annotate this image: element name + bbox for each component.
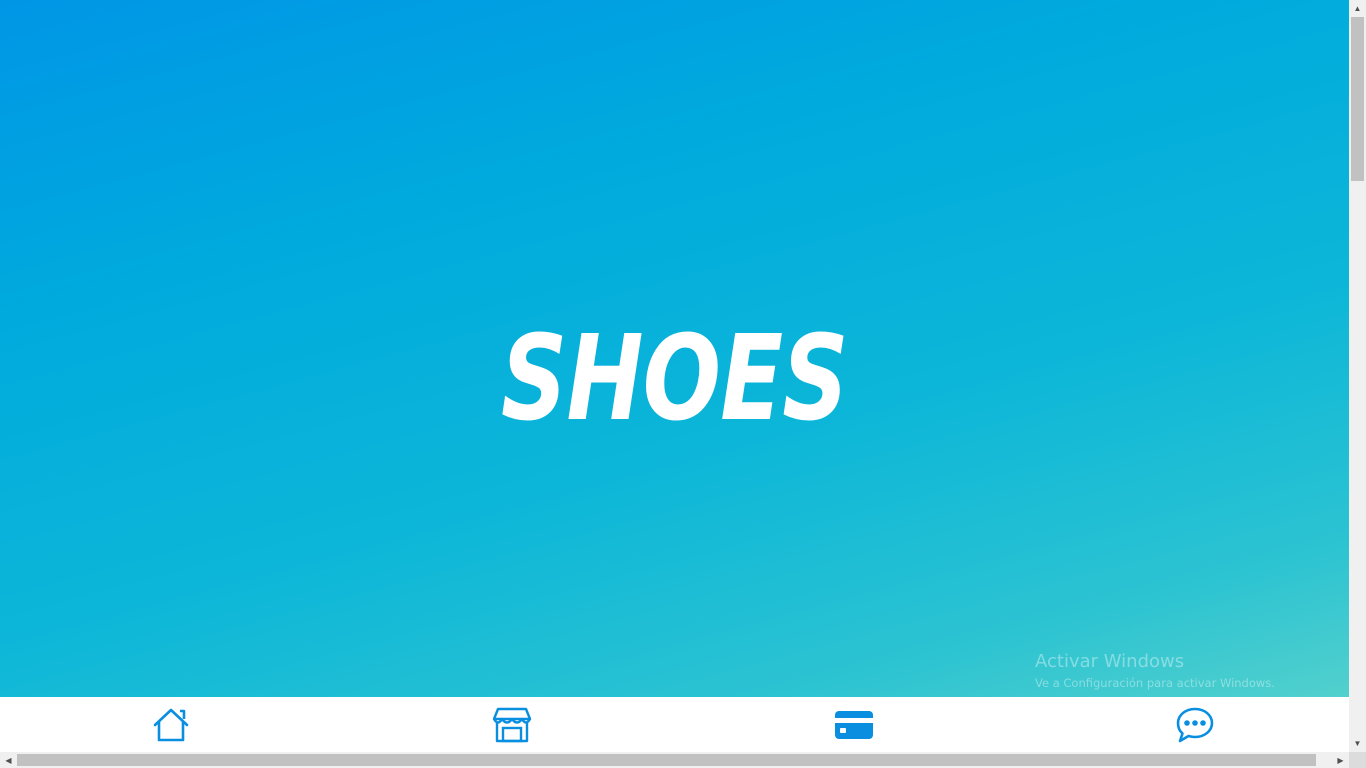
horizontal-scroll-thumb[interactable]: [17, 754, 1316, 766]
browser-viewport: SHOES Activar Windows Ve a Configuración…: [0, 0, 1366, 768]
nav-home-button[interactable]: [150, 705, 192, 745]
vertical-scroll-thumb[interactable]: [1351, 17, 1364, 181]
credit-card-icon: [835, 711, 873, 739]
watermark-title: Activar Windows: [1035, 651, 1185, 672]
store-icon: [492, 707, 532, 743]
nav-chat-button[interactable]: [1174, 705, 1216, 745]
hero-banner: SHOES Activar Windows Ve a Configuración…: [0, 0, 1349, 697]
bottom-navigation-bar: [0, 697, 1349, 752]
vertical-scrollbar[interactable]: ▲ ▼: [1349, 0, 1366, 752]
scroll-up-arrow[interactable]: ▲: [1349, 0, 1366, 17]
nav-payment-button[interactable]: [833, 705, 875, 745]
horizontal-scrollbar[interactable]: ◀ ▶: [0, 752, 1349, 768]
scroll-down-arrow[interactable]: ▼: [1349, 735, 1366, 752]
scroll-left-arrow[interactable]: ◀: [0, 752, 17, 768]
scroll-right-arrow[interactable]: ▶: [1332, 752, 1349, 768]
hero-title: SHOES: [500, 309, 849, 447]
home-icon: [153, 708, 189, 742]
nav-store-button[interactable]: [491, 705, 533, 745]
windows-activation-watermark: Activar Windows Ve a Configuración para …: [1035, 651, 1275, 693]
scrollbar-corner: [1349, 752, 1366, 768]
chat-icon: [1176, 707, 1214, 743]
watermark-subtitle: Ve a Configuración para activar Windows.: [1035, 676, 1275, 690]
